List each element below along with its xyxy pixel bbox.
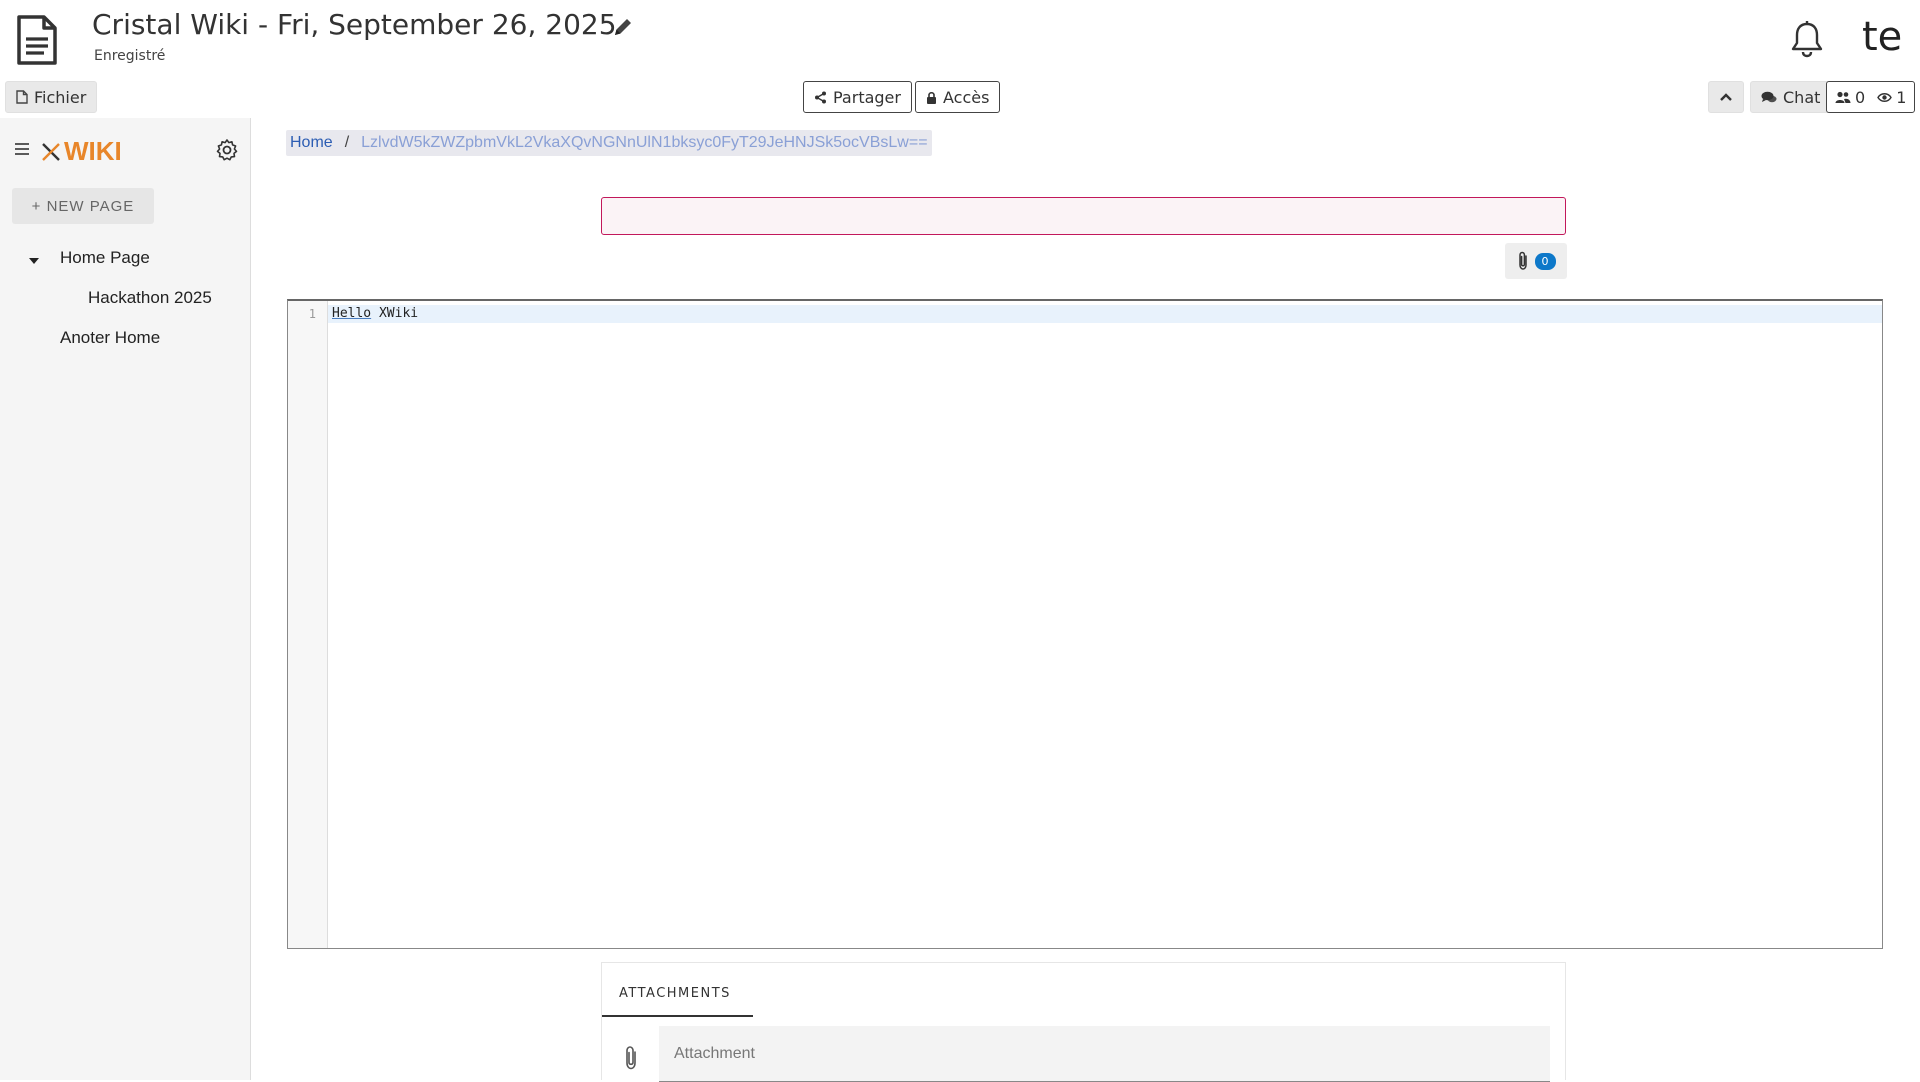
collapse-toolbar-button[interactable] bbox=[1708, 81, 1744, 113]
file-menu-button[interactable]: Fichier bbox=[5, 81, 98, 113]
attachments-count-button[interactable]: 0 bbox=[1505, 243, 1567, 279]
share-icon bbox=[815, 91, 826, 103]
file-icon bbox=[16, 90, 28, 104]
access-button[interactable]: Accès bbox=[915, 81, 1001, 113]
document-icon bbox=[17, 15, 57, 65]
chat-button[interactable]: Chat bbox=[1750, 81, 1832, 113]
attachments-panel: ATTACHMENTS bbox=[601, 962, 1566, 1082]
eye-icon bbox=[1877, 92, 1893, 102]
chevron-up-icon bbox=[1720, 93, 1732, 101]
share-button[interactable]: Partager bbox=[803, 81, 912, 113]
notification-bell-icon[interactable] bbox=[1790, 20, 1824, 58]
breadcrumb-current: LzlvdW5kZWZpbmVkL2VkaXQvNGNnUlN1bksyc0Fy… bbox=[361, 134, 928, 151]
save-status: Enregistré bbox=[94, 48, 166, 64]
menu-icon[interactable] bbox=[14, 142, 30, 156]
page-title-input[interactable] bbox=[601, 197, 1566, 235]
code-editor[interactable]: 1 Hello XWiki bbox=[287, 299, 1883, 949]
top-header: Cristal Wiki - Fri, September 26, 2025 E… bbox=[0, 0, 1920, 80]
edit-title-icon[interactable] bbox=[612, 16, 634, 38]
settings-gear-icon[interactable] bbox=[215, 138, 239, 162]
code-word-hello: Hello bbox=[332, 306, 372, 321]
xwiki-x-icon bbox=[42, 142, 60, 161]
paperclip-icon bbox=[1518, 251, 1527, 270]
attachments-count-badge: 0 bbox=[1534, 252, 1556, 270]
users-count: 0 bbox=[1855, 87, 1866, 107]
page-title: Cristal Wiki - Fri, September 26, 2025 bbox=[92, 8, 617, 41]
share-label: Partager bbox=[833, 87, 901, 107]
attachment-paperclip-icon[interactable] bbox=[622, 1045, 640, 1071]
viewers-count: 1 bbox=[1896, 87, 1907, 107]
line-number: 1 bbox=[308, 307, 316, 321]
sidebar: WIKI + NEW PAGE Home Page Hackathon 2025… bbox=[0, 118, 251, 1080]
active-line-highlight bbox=[328, 305, 1882, 323]
breadcrumb-separator: / bbox=[344, 134, 350, 151]
new-page-button[interactable]: + NEW PAGE bbox=[12, 188, 154, 224]
tree-item-hackathon-2025[interactable]: Hackathon 2025 bbox=[88, 288, 212, 308]
users-viewers-indicator[interactable]: 0 1 bbox=[1826, 81, 1916, 113]
editor-line-1[interactable]: Hello XWiki bbox=[332, 306, 418, 321]
user-avatar[interactable]: te bbox=[1862, 14, 1902, 60]
attachment-input[interactable] bbox=[659, 1026, 1550, 1082]
tree-item-anoter-home[interactable]: Anoter Home bbox=[60, 328, 160, 348]
file-menu-label: Fichier bbox=[34, 87, 87, 107]
xwiki-logo[interactable]: WIKI bbox=[40, 136, 122, 167]
breadcrumb: Home / LzlvdW5kZWZpbmVkL2VkaXQvNGNnUlN1b… bbox=[286, 130, 932, 156]
chat-label: Chat bbox=[1783, 87, 1821, 107]
logo-text: WIKI bbox=[64, 136, 122, 166]
caret-down-icon[interactable] bbox=[28, 256, 40, 266]
code-word-xwiki: XWiki bbox=[378, 306, 419, 321]
tab-attachments[interactable]: ATTACHMENTS bbox=[602, 971, 753, 1017]
access-label: Accès bbox=[943, 87, 990, 107]
users-icon bbox=[1835, 91, 1851, 103]
chat-icon bbox=[1761, 91, 1777, 102]
tree-item-home-page[interactable]: Home Page bbox=[60, 248, 150, 268]
editor-gutter: 1 bbox=[288, 301, 328, 948]
lock-icon bbox=[927, 91, 936, 104]
breadcrumb-home-link[interactable]: Home bbox=[290, 134, 333, 152]
